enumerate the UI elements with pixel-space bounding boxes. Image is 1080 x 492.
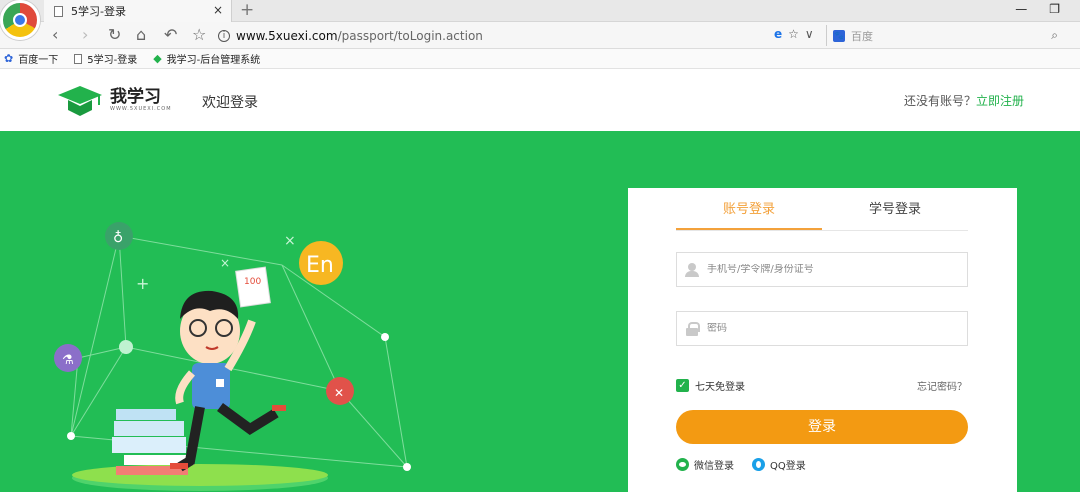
password-field[interactable]	[676, 311, 968, 346]
logo-domain: WWW.5XUEXI.COM	[110, 105, 172, 112]
qq-icon	[752, 458, 765, 471]
minimize-icon[interactable]: —	[1015, 2, 1027, 16]
username-input[interactable]	[707, 264, 947, 275]
close-tab-icon[interactable]: ×	[213, 3, 223, 17]
address-bar-icons: e ☆ ∨	[774, 27, 814, 41]
url-path: /passport/toLogin.action	[337, 28, 483, 43]
lock-icon	[685, 321, 700, 336]
favorite-star-icon[interactable]: ☆	[788, 27, 799, 41]
password-input[interactable]	[707, 323, 947, 334]
remember-checkbox[interactable]: ✓	[676, 379, 689, 392]
tab-title: 5学习-登录	[71, 5, 126, 18]
svg-text:100: 100	[244, 277, 261, 287]
url-host: www.5xuexi.com	[236, 28, 338, 43]
new-tab-button[interactable]: +	[240, 0, 254, 20]
svg-text:⚗: ⚗	[62, 353, 74, 368]
baidu-paw-icon: ✿	[4, 52, 14, 65]
browser-logo-icon[interactable]	[0, 0, 40, 40]
tab-account-login[interactable]: 账号登录	[676, 188, 822, 230]
info-icon[interactable]: i	[218, 29, 230, 42]
login-button[interactable]: 登录	[676, 410, 968, 444]
search-placeholder: 百度	[851, 29, 873, 43]
student-illustration: ♁ ⚗ ✕ En × × + 100	[54, 222, 411, 491]
search-box[interactable]: 🐾 百度 ⌕	[826, 25, 1066, 46]
user-icon	[685, 262, 699, 277]
browser-tab-bar: 5学习-登录 × + — ❐	[0, 0, 1080, 22]
site-logo[interactable]: 我学习 WWW.5XUEXI.COM	[56, 82, 172, 118]
remember-label: 七天免登录	[695, 382, 745, 393]
site-header: 我学习 WWW.5XUEXI.COM 欢迎登录 还没有账号？立即注册	[0, 70, 1080, 131]
forward-icon[interactable]: ›	[82, 25, 88, 45]
wechat-login-link[interactable]: 微信登录	[676, 457, 734, 472]
bookmark-admin-system[interactable]: ◆ 我学习-后台管理系统	[153, 51, 260, 66]
tab-student-id-login[interactable]: 学号登录	[822, 188, 968, 230]
address-bar[interactable]: i www.5xuexi.com/passport/toLogin.action	[218, 25, 818, 46]
search-icon[interactable]: ⌕	[1051, 28, 1058, 43]
no-account-text: 还没有账号？	[903, 94, 976, 108]
undo-icon[interactable]: ↶	[164, 25, 177, 45]
register-prompt: 还没有账号？立即注册	[904, 92, 1024, 109]
register-link[interactable]: 立即注册	[976, 94, 1024, 108]
graduation-cap-icon: ◆	[153, 52, 162, 65]
svg-text:+: +	[136, 274, 149, 293]
svg-text:♁: ♁	[113, 230, 123, 246]
ie-mode-icon[interactable]: e	[774, 27, 782, 41]
hero-banner: ♁ ⚗ ✕ En × × + 100 账号登录 学号登录 手机号/学令牌/身份证…	[0, 131, 1080, 492]
svg-text:×: ×	[220, 256, 230, 270]
bookmark-baidu[interactable]: ✿ 百度一下	[4, 51, 58, 66]
student-figure	[170, 290, 286, 472]
wechat-icon	[676, 458, 689, 471]
back-icon[interactable]: ‹	[52, 25, 58, 45]
page-icon	[54, 5, 63, 17]
social-login: 微信登录 QQ登录	[676, 457, 806, 472]
bookmark-5xuexi-login[interactable]: 5学习-登录	[74, 51, 137, 66]
reload-icon[interactable]: ↻	[108, 25, 121, 45]
page-title: 欢迎登录	[202, 95, 258, 111]
remember-me[interactable]: ✓ 七天免登录	[676, 378, 745, 393]
forgot-password-link[interactable]: 忘记密码？	[917, 378, 967, 393]
login-tabs: 账号登录 学号登录	[676, 188, 968, 231]
baidu-paw-icon: 🐾	[833, 29, 845, 42]
login-panel: 账号登录 学号登录 ✓ 七天免登录 忘记密码？ 登录 微信登录 QQ登录	[628, 188, 1017, 492]
logo-name: 我学习	[110, 86, 161, 107]
graduation-cap-icon	[58, 86, 102, 116]
svg-text:×: ×	[284, 233, 296, 249]
page-icon	[74, 53, 83, 64]
username-field[interactable]	[676, 252, 968, 287]
home-icon[interactable]: ⌂	[136, 25, 146, 45]
browser-nav-bar: ‹ › ↻ ⌂ ↶ ☆ i www.5xuexi.com/passport/to…	[0, 22, 1080, 49]
svg-text:En: En	[306, 253, 334, 278]
browser-tab[interactable]: 5学习-登录 ×	[44, 0, 232, 22]
exam-paper-icon: 100	[235, 266, 271, 308]
bookmarks-bar: ✿ 百度一下 5学习-登录 ◆ 我学习-后台管理系统	[0, 49, 1080, 69]
qq-login-link[interactable]: QQ登录	[752, 457, 806, 472]
dropdown-chevron-icon[interactable]: ∨	[805, 27, 814, 41]
svg-text:✕: ✕	[334, 386, 344, 400]
window-controls: — ❐	[1015, 2, 1060, 16]
restore-icon[interactable]: ❐	[1049, 2, 1060, 16]
bookmark-star-icon[interactable]: ☆	[192, 25, 206, 45]
